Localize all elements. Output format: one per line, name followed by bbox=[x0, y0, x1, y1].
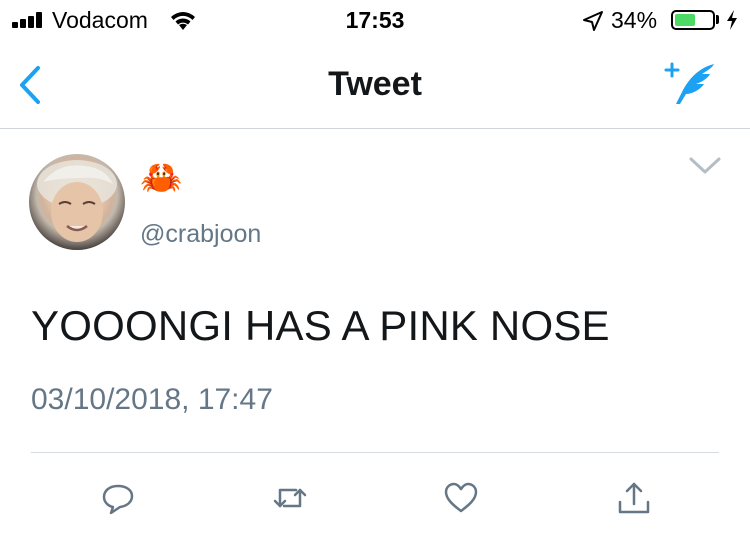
location-arrow-icon bbox=[583, 11, 603, 31]
retweet-button[interactable] bbox=[270, 478, 310, 518]
nav-divider bbox=[0, 128, 750, 129]
navigation-bar: Tweet bbox=[0, 40, 750, 128]
reply-icon bbox=[102, 484, 134, 515]
retweet-icon bbox=[273, 488, 307, 508]
like-icon bbox=[444, 482, 478, 513]
reply-button[interactable] bbox=[98, 478, 138, 518]
battery-percent: 34% bbox=[611, 7, 658, 33]
tweet-actions bbox=[0, 470, 750, 530]
share-button[interactable] bbox=[614, 478, 654, 518]
charging-bolt-icon bbox=[727, 10, 737, 30]
avatar-photo bbox=[37, 160, 117, 242]
status-bar: Vodacom 17:53 34% bbox=[0, 0, 750, 40]
avatar[interactable] bbox=[29, 154, 125, 250]
chevron-down-icon[interactable] bbox=[688, 155, 722, 177]
battery-cap bbox=[716, 15, 719, 24]
page-title: Tweet bbox=[328, 65, 422, 103]
user-handle[interactable]: @crabjoon bbox=[140, 220, 261, 249]
battery-icon bbox=[671, 10, 715, 30]
compose-tweet-icon[interactable] bbox=[662, 58, 722, 108]
display-name[interactable]: 🦀 bbox=[140, 158, 182, 198]
actions-divider bbox=[31, 452, 719, 453]
share-icon bbox=[618, 482, 650, 514]
like-button[interactable] bbox=[441, 478, 481, 518]
tweet-timestamp: 03/10/2018, 17:47 bbox=[31, 383, 273, 416]
battery-level-fill bbox=[675, 14, 695, 26]
tweet-text: YOOONGI HAS A PINK NOSE bbox=[31, 302, 610, 349]
